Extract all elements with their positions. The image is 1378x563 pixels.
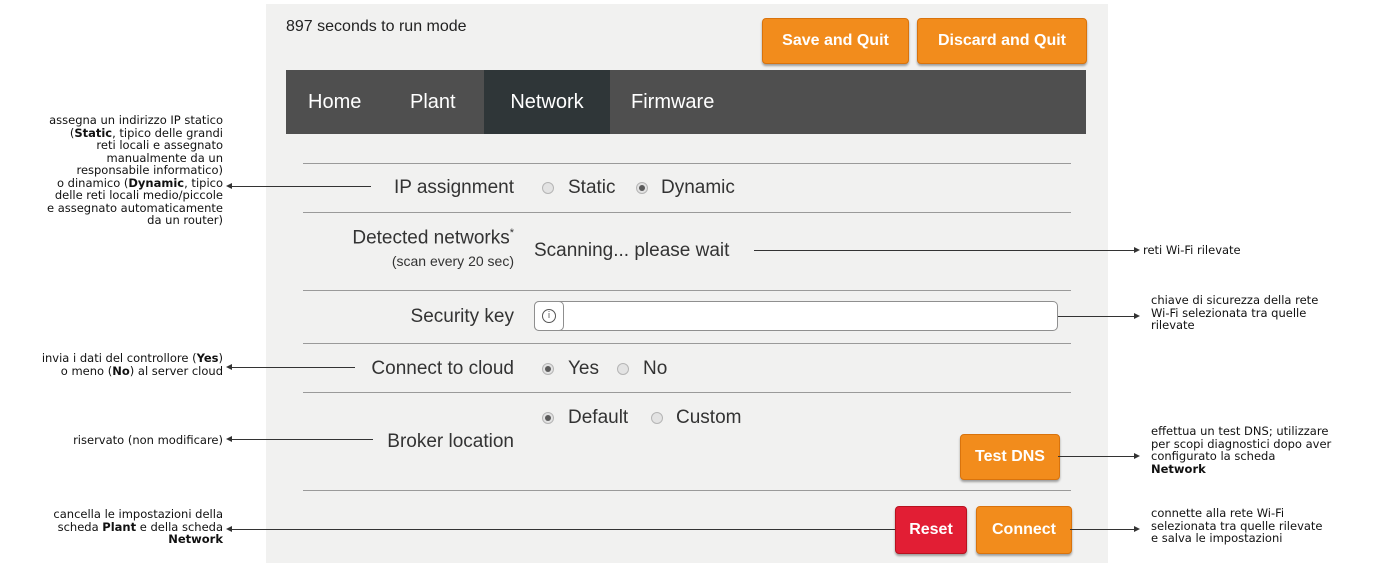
divider: [303, 212, 1071, 213]
ip-dynamic-label[interactable]: Dynamic: [661, 177, 735, 199]
ann-no-bold: No: [112, 363, 130, 378]
annotation-reset: cancella le impostazioni della scheda Pl…: [53, 507, 223, 546]
arrow-line: [1058, 316, 1134, 317]
tab-home[interactable]: Home: [308, 70, 361, 134]
annotation-ip-assignment: assegna un indirizzo IP statico (Static,…: [46, 113, 223, 227]
arrow-head: [1134, 453, 1140, 459]
arrow-line: [231, 367, 355, 368]
reset-button[interactable]: Reset: [895, 506, 967, 554]
annotation-test-dns: effettua un test DNS; utilizzare per sco…: [1151, 424, 1332, 476]
detected-networks-text: Detected networks: [352, 227, 510, 249]
ann-network-bold-2: Network: [1151, 461, 1206, 476]
cloud-yes-radio[interactable]: [542, 363, 554, 375]
countdown-text: 897 seconds to run mode: [286, 18, 467, 35]
cloud-no-label[interactable]: No: [643, 358, 667, 380]
ann-network-bold: Network: [168, 532, 223, 546]
connect-to-cloud-label: Connect to cloud: [371, 358, 514, 379]
broker-custom-radio[interactable]: [651, 412, 663, 424]
ip-dynamic-radio[interactable]: [636, 182, 648, 194]
arrow-line: [754, 250, 1134, 251]
scan-interval-label: (scan every 20 sec): [391, 253, 514, 269]
arrow-head: [1134, 313, 1140, 319]
ann-plant-bold: Plant: [102, 519, 137, 534]
annotation-connect-to-cloud: invia i dati del controllore (Yes) o men…: [41, 351, 223, 378]
ip-static-label[interactable]: Static: [568, 177, 616, 199]
security-key-input[interactable]: [534, 301, 1058, 331]
nav-bar: Home Plant Network Firmware: [286, 70, 1086, 134]
detected-networks-status: Scanning... please wait: [534, 240, 730, 261]
tab-firmware[interactable]: Firmware: [631, 70, 714, 134]
ann-static-bold: Static: [74, 125, 113, 140]
arrow-line: [231, 529, 895, 530]
ip-assignment-label: IP assignment: [393, 177, 514, 198]
ip-static-radio[interactable]: [542, 182, 554, 194]
annotation-broker: riservato (non modificare): [73, 433, 223, 447]
divider: [303, 163, 1071, 164]
connect-button[interactable]: Connect: [976, 506, 1072, 554]
tab-network[interactable]: Network: [484, 70, 610, 134]
divider: [303, 343, 1071, 344]
tab-plant[interactable]: Plant: [410, 70, 456, 134]
arrow-head: [1134, 526, 1140, 532]
info-icon: i: [542, 309, 556, 323]
discard-and-quit-button[interactable]: Discard and Quit: [917, 18, 1087, 64]
detected-networks-label: Detected networks*: [352, 227, 514, 249]
security-key-toggle[interactable]: i: [534, 301, 564, 331]
broker-location-label: Broker location: [387, 431, 514, 452]
arrow-line: [1070, 529, 1134, 530]
cloud-yes-label[interactable]: Yes: [568, 358, 599, 380]
security-key-label: Security key: [410, 306, 514, 327]
annotation-security-key: chiave di sicurezza della rete Wi-Fi sel…: [1151, 293, 1319, 332]
annotation-connect: connette alla rete Wi-Fi selezionata tra…: [1151, 506, 1323, 545]
divider: [303, 490, 1071, 491]
ann-dynamic-bold: Dynamic: [128, 175, 185, 190]
annotation-networks: reti Wi-Fi rilevate: [1143, 243, 1241, 257]
arrow-head: [1134, 247, 1140, 253]
arrow-line: [231, 439, 373, 440]
detected-asterisk: *: [509, 227, 514, 239]
test-dns-button[interactable]: Test DNS: [960, 434, 1060, 480]
broker-default-label[interactable]: Default: [568, 407, 628, 429]
broker-custom-label[interactable]: Custom: [676, 407, 741, 429]
arrow-line: [1058, 456, 1134, 457]
save-and-quit-button[interactable]: Save and Quit: [762, 18, 909, 64]
ann-yes-bold: Yes: [196, 351, 219, 365]
broker-default-radio[interactable]: [542, 412, 554, 424]
divider: [303, 392, 1071, 393]
arrow-line: [231, 186, 371, 187]
divider: [303, 290, 1071, 291]
cloud-no-radio[interactable]: [617, 363, 629, 375]
